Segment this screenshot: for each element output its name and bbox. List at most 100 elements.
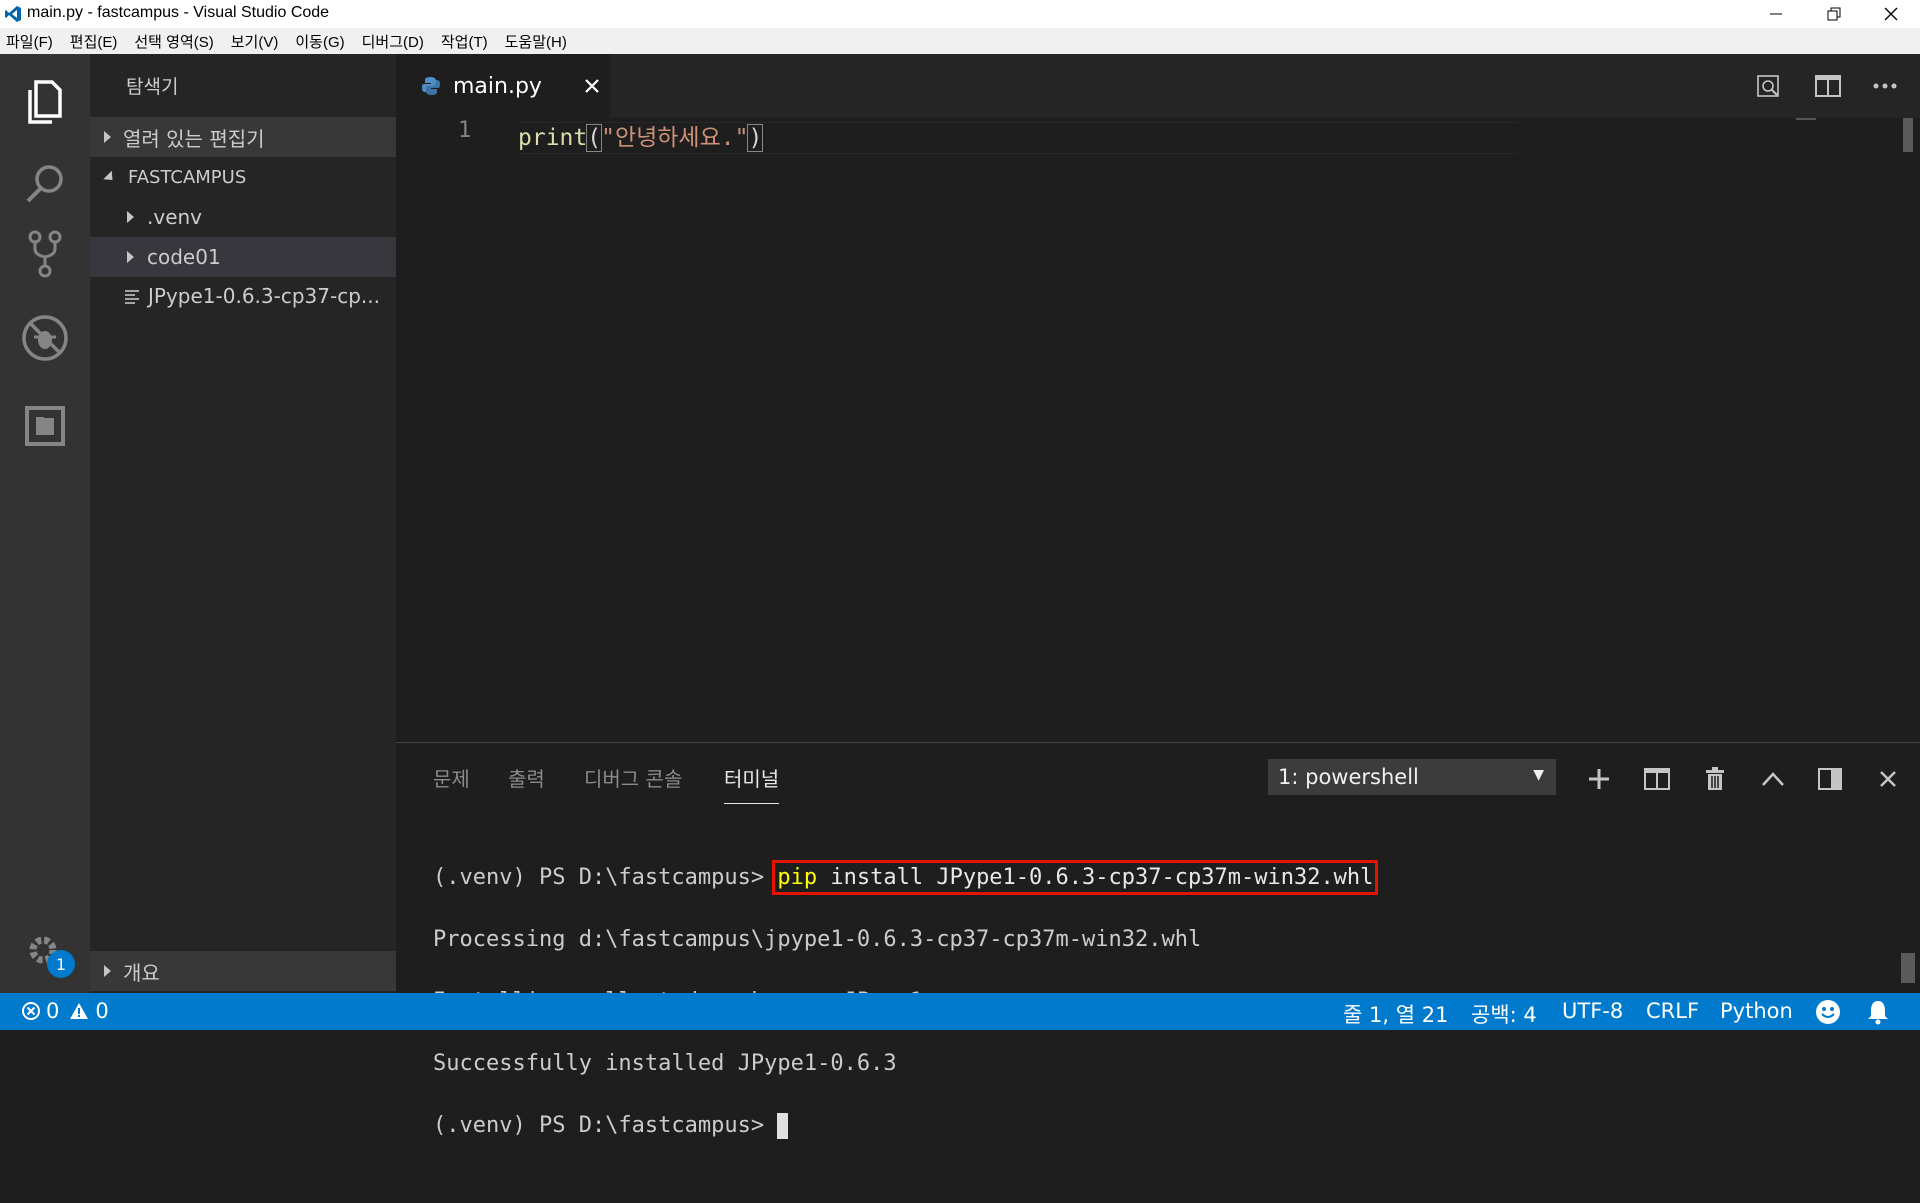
open-changes-icon[interactable] (1756, 74, 1780, 98)
code-paren-close: ) (747, 124, 764, 152)
status-bar: 0 0 줄 1, 열 21 공백: 4 UTF-8 CRLF Python (0, 993, 1920, 1030)
search-view-button[interactable] (15, 154, 75, 214)
new-terminal-button[interactable] (1579, 759, 1619, 799)
toggle-panel-position-button[interactable] (1810, 759, 1850, 799)
terminal-select[interactable]: 1: powershell ▼ (1268, 759, 1556, 795)
close-window-button[interactable] (1862, 0, 1920, 28)
close-icon (1884, 7, 1898, 21)
terminal-prompt: (.venv) PS D:\fastcampus> (433, 1113, 778, 1138)
code-paren-open: ( (586, 124, 603, 152)
highlighted-command: pip install JPype1-0.6.3-cp37-cp37m-win3… (772, 860, 1379, 895)
restore-icon (1827, 7, 1841, 21)
indentation-status[interactable]: 공백: 4 (1471, 999, 1537, 1029)
debug-icon (22, 315, 68, 361)
menu-help[interactable]: 도움말(H) (505, 31, 567, 52)
eol-status[interactable]: CRLF (1646, 999, 1699, 1023)
files-icon (28, 80, 62, 124)
notification-badge: 1 (47, 950, 75, 978)
folder-section-fastcampus[interactable]: FASTCAMPUS (90, 157, 396, 197)
source-control-button[interactable] (15, 224, 75, 284)
maximize-panel-button[interactable] (1753, 759, 1793, 799)
terminal-cursor (777, 1113, 789, 1139)
terminal-prompt: (.venv) PS D:\fastcampus> (433, 865, 778, 890)
tree-item-label: JPype1-0.6.3-cp37-cp... (148, 284, 380, 308)
code-editor[interactable]: 1 print("안녕하세요.") (396, 118, 1920, 742)
tree-item-venv[interactable]: .venv (90, 197, 396, 237)
terminal-select-value: 1: powershell (1278, 765, 1419, 789)
manage-button[interactable]: 1 (15, 922, 75, 982)
command-name: pip (777, 865, 818, 890)
plus-icon (1589, 769, 1609, 789)
scrollbar-thumb[interactable] (1903, 118, 1913, 152)
menu-go[interactable]: 이동(G) (295, 31, 344, 52)
warning-count: 0 (95, 999, 109, 1023)
chevron-right-icon (104, 965, 111, 977)
tree-item-label: .venv (147, 205, 203, 229)
terminal-line: (.venv) PS D:\fastcampus> pip install JP… (433, 860, 1379, 895)
warning-icon (70, 1003, 89, 1019)
explorer-button[interactable] (15, 72, 75, 132)
tab-debug-console[interactable]: 디버그 콘솔 (584, 763, 682, 792)
kill-terminal-button[interactable] (1695, 759, 1735, 799)
line-number: 1 (458, 118, 472, 143)
panel-right-icon (1818, 768, 1842, 790)
tab-terminal[interactable]: 터미널 (724, 763, 780, 804)
minimize-button[interactable] (1747, 0, 1805, 28)
menu-tasks[interactable]: 작업(T) (441, 31, 488, 52)
command-args: install JPype1-0.6.3-cp37-cp37m-win32.wh… (817, 865, 1374, 890)
chevron-right-icon (104, 131, 111, 143)
chevron-down-icon (103, 170, 117, 184)
chevron-right-icon (127, 211, 134, 223)
notifications-bell-icon[interactable] (1866, 999, 1890, 1025)
menu-edit[interactable]: 편집(E) (70, 31, 118, 52)
source-control-icon (28, 230, 62, 278)
explorer-sidebar: 탐색기 열려 있는 편집기 FASTCAMPUS .venv code01 JP… (90, 54, 396, 993)
extensions-button[interactable] (15, 396, 75, 456)
tab-output[interactable]: 출력 (508, 763, 545, 792)
overview-ruler-mark (1796, 118, 1816, 120)
feedback-smiley-icon[interactable] (1815, 999, 1841, 1025)
tab-main-py[interactable]: main.py (396, 54, 610, 118)
outline-section[interactable]: 개요 (90, 951, 396, 991)
problems-status[interactable]: 0 0 (22, 999, 109, 1023)
error-count: 0 (46, 999, 60, 1023)
terminal-line: (.venv) PS D:\fastcampus> (433, 1110, 1373, 1141)
code-line-1: print("안녕하세요.") (518, 118, 764, 152)
sidebar-title: 탐색기 (126, 76, 179, 98)
file-lines-icon (125, 290, 139, 304)
close-panel-button[interactable] (1868, 759, 1908, 799)
tab-label: main.py (453, 73, 542, 99)
language-mode[interactable]: Python (1720, 999, 1793, 1023)
code-function: print (518, 125, 588, 151)
menu-selection[interactable]: 선택 영역(S) (134, 31, 213, 52)
debug-button[interactable] (15, 308, 75, 368)
terminal-line: Processing d:\fastcampus\jpype1-0.6.3-cp… (433, 927, 1202, 952)
menu-view[interactable]: 보기(V) (231, 31, 279, 52)
open-editors-section[interactable]: 열려 있는 편집기 (90, 117, 396, 157)
menu-debug[interactable]: 디버그(D) (362, 31, 424, 52)
split-editor-icon[interactable] (1815, 75, 1841, 97)
close-icon (1880, 771, 1896, 787)
open-editors-label: 열려 있는 편집기 (123, 126, 265, 151)
menu-bar: 파일(F) 편집(E) 선택 영역(S) 보기(V) 이동(G) 디버그(D) … (0, 28, 1920, 54)
tab-problems[interactable]: 문제 (433, 763, 470, 792)
outline-label: 개요 (123, 960, 160, 985)
tree-item-label: code01 (147, 245, 221, 269)
close-tab-icon[interactable] (584, 78, 600, 94)
cursor-position[interactable]: 줄 1, 열 21 (1343, 999, 1448, 1029)
folder-label: FASTCAMPUS (128, 166, 247, 188)
window-title: main.py - fastcampus - Visual Studio Cod… (27, 4, 330, 21)
more-actions-icon[interactable] (1873, 82, 1897, 90)
restore-button[interactable] (1805, 0, 1863, 28)
editor-tab-bar: main.py (396, 54, 1920, 118)
minimize-icon (1770, 13, 1782, 15)
terminal-scrollbar-thumb[interactable] (1901, 953, 1915, 983)
bottom-panel: 문제 출력 디버그 콘솔 터미널 1: powershell ▼ (.venv)… (396, 742, 1920, 1139)
vscode-logo-icon (5, 6, 21, 22)
tree-item-jpype-whl[interactable]: JPype1-0.6.3-cp37-cp... (90, 276, 396, 316)
split-terminal-button[interactable] (1637, 759, 1677, 799)
menu-file[interactable]: 파일(F) (6, 31, 53, 52)
tree-item-code01[interactable]: code01 (90, 237, 396, 277)
encoding-status[interactable]: UTF-8 (1562, 999, 1623, 1023)
trash-icon (1706, 767, 1724, 790)
